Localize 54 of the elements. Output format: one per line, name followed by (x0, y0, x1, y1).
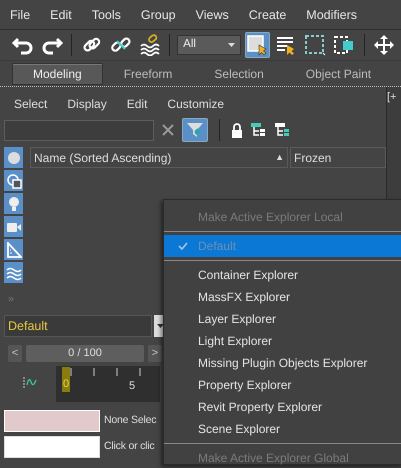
shapes-icon[interactable] (4, 170, 23, 191)
menu-item[interactable]: Group (130, 0, 186, 29)
caret-icon (228, 43, 235, 47)
timeline-track[interactable]: 0 5 (56, 366, 160, 402)
frame-label: 5 (129, 379, 136, 394)
selection-filter-dropdown[interactable]: All (177, 35, 241, 55)
ruler-icon[interactable] (4, 239, 23, 260)
dropdown-value: All (183, 37, 196, 52)
layer-dropdown[interactable]: Default (4, 315, 152, 337)
hierarchy-icon[interactable] (275, 123, 291, 137)
hierarchy-icon[interactable] (251, 123, 267, 137)
ribbon-tab[interactable]: Object Paint (284, 62, 392, 84)
menu-item[interactable]: Missing Plugin Objects Explorer (164, 352, 401, 374)
ribbon-tab[interactable]: Modeling (12, 62, 103, 84)
column-header[interactable]: Frozen (290, 147, 386, 168)
menu-item[interactable]: Revit Property Explorer (164, 396, 401, 418)
ribbon-tab[interactable]: Freeform (102, 62, 194, 84)
rectangular-region-icon[interactable] (302, 32, 328, 58)
menu-item[interactable]: Create (238, 0, 296, 29)
menu-item[interactable]: Modifiers (296, 0, 368, 29)
menu-item[interactable]: Customize (157, 95, 234, 113)
menu-item[interactable]: File (0, 0, 40, 29)
sort-icon: ▲ (275, 150, 284, 164)
menu-item[interactable]: Select (4, 95, 58, 113)
menu-item[interactable]: Edit (40, 0, 82, 29)
next-frame-button[interactable]: > (148, 345, 162, 362)
previous-frame-button[interactable]: < (8, 345, 22, 362)
menu-item[interactable]: Container Explorer (164, 264, 401, 286)
menu-item[interactable]: MassFX Explorer (164, 286, 401, 308)
menu-item[interactable]: Views (186, 0, 239, 29)
listener-field[interactable] (4, 410, 100, 432)
search-field[interactable] (4, 120, 154, 140)
lock-icon (231, 122, 243, 138)
listener-input[interactable] (4, 436, 100, 458)
prompt-text: Click or clic (104, 439, 154, 454)
menu-item[interactable]: Light Explorer (164, 330, 401, 352)
menu-item[interactable]: Layer Explorer (164, 308, 401, 330)
clear-icon[interactable] (162, 124, 174, 136)
move-icon[interactable] (372, 32, 397, 58)
menu-item[interactable]: Display (57, 95, 117, 113)
menu-item[interactable]: Tools (82, 0, 131, 29)
menu-item[interactable]: Edit (116, 95, 158, 113)
prompt-text: None Selec (104, 413, 156, 428)
select-object-icon[interactable] (244, 32, 270, 58)
waves-icon[interactable] (4, 262, 23, 283)
menu-item[interactable]: Property Explorer (164, 374, 401, 396)
frame-readout: 0 / 100 (26, 345, 144, 362)
camera-icon[interactable] (4, 216, 23, 237)
ribbon-tab[interactable]: Selection (193, 62, 285, 84)
filter-icon (186, 121, 204, 139)
column-header[interactable]: Name (Sorted Ascending) ▲ (30, 147, 288, 168)
menu-item[interactable]: Scene Explorer (164, 418, 401, 440)
viewport-label[interactable]: [+ (387, 91, 396, 103)
curve-editor-icon[interactable] (22, 376, 38, 388)
